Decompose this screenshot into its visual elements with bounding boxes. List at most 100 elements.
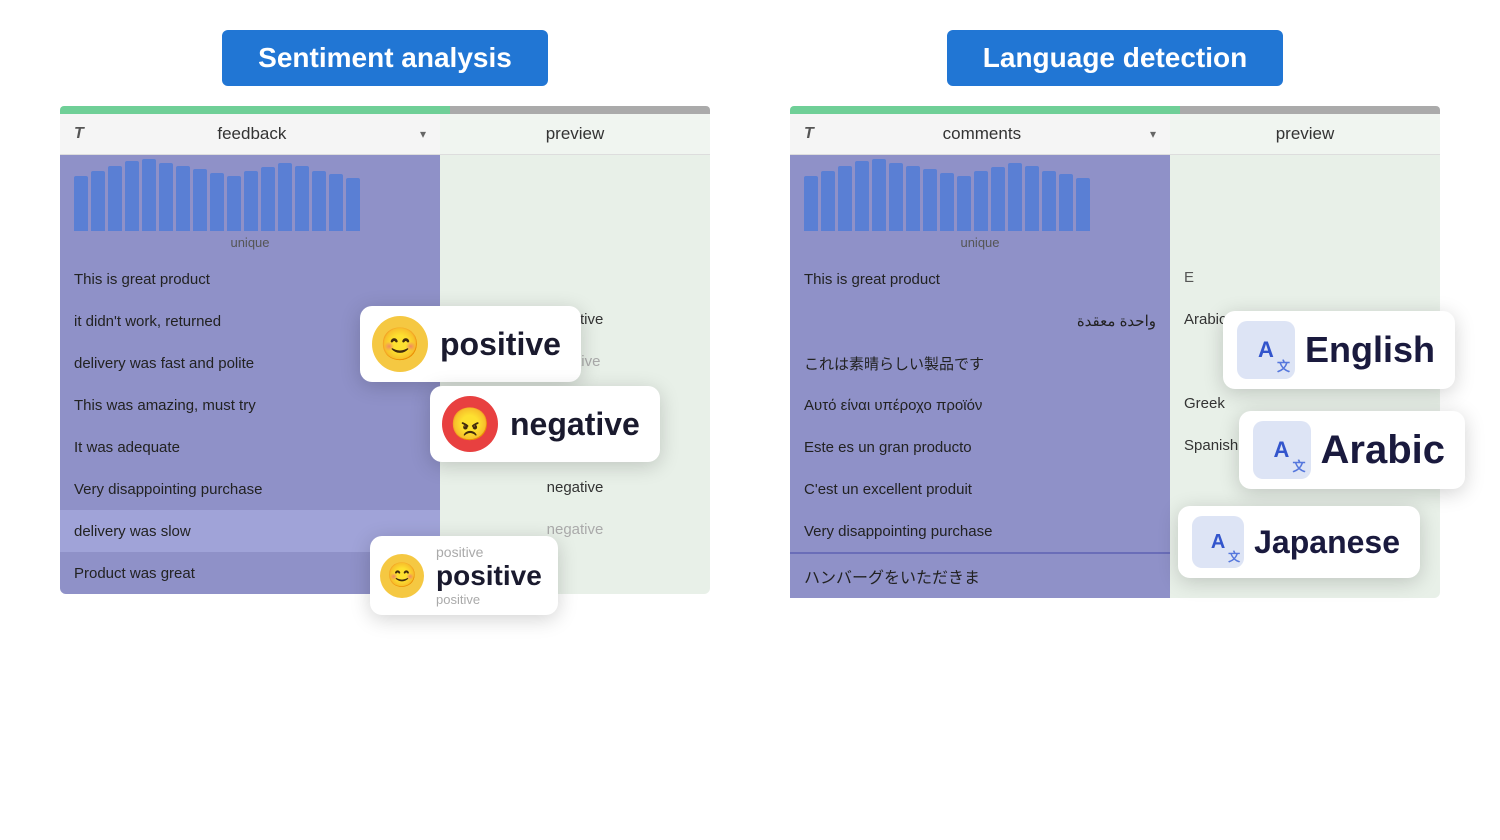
positive-popup-big: 😊 positive — [360, 306, 581, 382]
table-row: Αυτό είναι υπέροχο προϊόν — [790, 384, 1170, 426]
bar — [176, 166, 190, 231]
bar — [940, 173, 954, 231]
comment-text: This is great product — [790, 263, 1170, 296]
table-row: これは素晴らしい製品です — [790, 342, 1170, 384]
bar — [838, 166, 852, 231]
table-row: It was adequate — [60, 426, 440, 468]
bar — [244, 171, 258, 231]
window-top-bar-left — [60, 106, 710, 114]
sentiment-title: Sentiment analysis — [222, 30, 548, 86]
col-dropdown-left[interactable]: ▾ — [420, 127, 426, 141]
lang-value: Spanish — [1184, 437, 1238, 454]
bar — [261, 167, 275, 231]
bar — [91, 171, 105, 231]
table-row: C'est un excellent produit — [790, 468, 1170, 510]
right-spacer — [440, 155, 710, 235]
table-row: Very disappointing purchase — [790, 510, 1170, 552]
english-label: English — [1305, 329, 1435, 371]
positive-label-big: positive — [440, 326, 561, 363]
bar — [142, 159, 156, 231]
bar — [346, 178, 360, 231]
comment-text: واحدة معقدة — [790, 304, 1170, 338]
japanese-popup: A 文 Japanese — [1178, 506, 1420, 578]
right-spacer — [1170, 155, 1440, 235]
language-left-col: T comments ▾ — [790, 114, 1170, 598]
table-row: This is great product — [790, 258, 1170, 300]
negative-emoji: 😠 — [442, 396, 498, 452]
translate-icon-english: A 文 — [1237, 321, 1295, 379]
bar — [125, 161, 139, 231]
negative-label-big: negative — [510, 406, 640, 443]
language-col-header: T comments ▾ — [790, 114, 1170, 155]
bar — [1076, 178, 1090, 231]
col-dropdown-right[interactable]: ▾ — [1150, 127, 1156, 141]
bar — [804, 176, 818, 231]
unique-label-left: unique — [60, 235, 440, 258]
preview-row: negative — [440, 466, 710, 508]
bar — [923, 169, 937, 231]
sentiment-col-header: T feedback ▾ — [60, 114, 440, 155]
feedback-text: This was amazing, must try — [60, 389, 440, 422]
bar — [159, 163, 173, 231]
arabic-label: Arabic — [1321, 428, 1446, 473]
popup-small-above: positive — [436, 544, 542, 560]
language-preview-header: preview — [1170, 114, 1440, 155]
sentiment-window: T feedback ▾ — [60, 106, 710, 594]
preview-row: E — [1170, 256, 1440, 298]
table-row: Very disappointing purchase — [60, 468, 440, 510]
comment-text: Αυτό είναι υπέροχο προϊόν — [790, 389, 1170, 422]
sentiment-value: negative — [547, 521, 604, 538]
col-name-comments[interactable]: comments — [822, 124, 1142, 144]
translate-icon-arabic: A 文 — [1253, 421, 1311, 479]
translate-icon-japanese: A 文 — [1192, 516, 1244, 568]
sentiment-value: negative — [547, 479, 604, 496]
bar-chart-right — [790, 155, 1170, 235]
bar — [278, 163, 292, 231]
bar — [1025, 166, 1039, 231]
bar — [312, 171, 326, 231]
right-spacer2 — [440, 235, 710, 256]
bar — [108, 166, 122, 231]
bar — [957, 176, 971, 231]
bar-chart-left — [60, 155, 440, 235]
feedback-text: Very disappointing purchase — [60, 473, 440, 506]
bar — [821, 171, 835, 231]
bar — [74, 176, 88, 231]
type-icon-right: T — [804, 125, 814, 143]
arabic-popup: A 文 Arabic — [1239, 411, 1466, 489]
bar — [1042, 171, 1056, 231]
sentiment-panel: Sentiment analysis T feedback ▾ — [60, 30, 710, 598]
bar — [872, 159, 886, 231]
bar — [991, 167, 1005, 231]
col-name-feedback[interactable]: feedback — [92, 124, 412, 144]
bar — [193, 169, 207, 231]
comment-text: C'est un excellent produit — [790, 473, 1170, 506]
lang-value: Greek — [1184, 395, 1225, 412]
feedback-text: This is great product — [60, 263, 440, 296]
bar — [1008, 163, 1022, 231]
bottom-japanese: ハンバーグをいただきま — [790, 552, 1170, 598]
bar — [974, 171, 988, 231]
comment-text: Este es un gran producto — [790, 431, 1170, 464]
positive-label-small: positive — [436, 560, 542, 592]
feedback-text: It was adequate — [60, 431, 440, 464]
comment-text: これは素晴らしい製品です — [790, 345, 1170, 382]
table-row: This is great product — [60, 258, 440, 300]
comment-text: Very disappointing purchase — [790, 515, 1170, 548]
language-title: Language detection — [947, 30, 1283, 86]
bar — [210, 173, 224, 231]
popup-small-below: positive — [436, 592, 542, 607]
language-data-rows: This is great product واحدة معقدة これは素晴ら… — [790, 258, 1170, 552]
english-popup: A 文 English — [1223, 311, 1455, 389]
positive-emoji-small: 😊 — [380, 554, 424, 598]
table-row: This was amazing, must try — [60, 384, 440, 426]
bar — [855, 161, 869, 231]
bar — [906, 166, 920, 231]
unique-label-right: unique — [790, 235, 1170, 258]
bar — [295, 166, 309, 231]
preview-label-right: preview — [1184, 124, 1426, 144]
table-row: Este es un gran producto — [790, 426, 1170, 468]
bar — [329, 174, 343, 231]
right-spacer2 — [1170, 235, 1440, 256]
positive-popup-small: 😊 positive positive positive — [370, 536, 558, 615]
